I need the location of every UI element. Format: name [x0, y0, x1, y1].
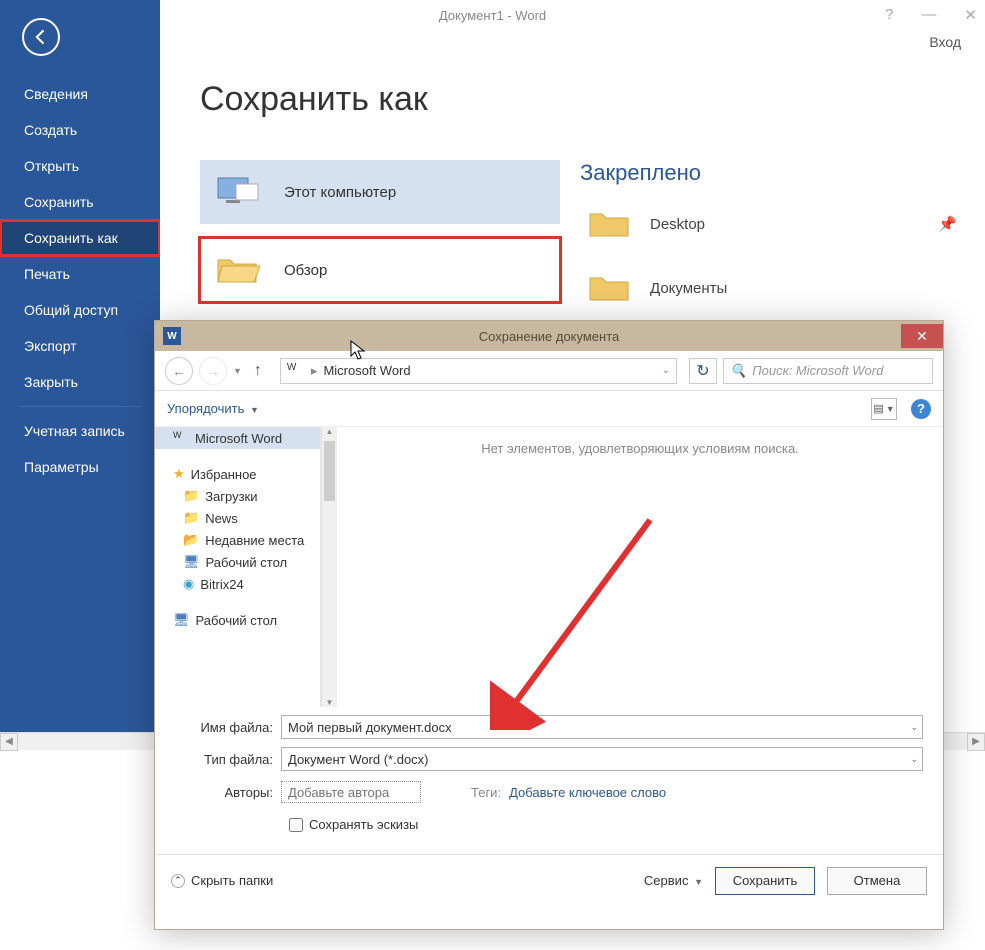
thumbnail-label: Сохранять эскизы [309, 817, 418, 832]
search-icon: 🔍 [730, 363, 746, 379]
refresh-button[interactable]: ↻ [689, 358, 717, 384]
dialog-titlebar: W Сохранение документа ✕ [155, 321, 943, 351]
tree-item-microsoft-word[interactable]: W Microsoft Word [155, 427, 320, 449]
chevron-up-icon: ⌃ [171, 874, 185, 888]
pinned-item-documents[interactable]: Документы [580, 256, 960, 320]
cancel-button[interactable]: Отмена [827, 867, 927, 895]
sidebar-item-info[interactable]: Сведения [0, 76, 160, 112]
organize-button[interactable]: Упорядочить ▼ [167, 401, 259, 416]
window-controls: ? — ✕ [885, 6, 977, 24]
authors-input[interactable] [281, 781, 421, 803]
folder-icon: 📁 [183, 488, 199, 504]
sidebar-item-export[interactable]: Экспорт [0, 328, 160, 364]
save-button[interactable]: Сохранить [715, 867, 815, 895]
filename-label: Имя файла: [175, 720, 281, 735]
tree-item-desktop-root[interactable]: 🖥Рабочий стол [155, 609, 320, 631]
chevron-down-icon[interactable]: ⌄ [910, 754, 918, 765]
location-browse[interactable]: Обзор [200, 238, 560, 302]
sidebar-item-new[interactable]: Создать [0, 112, 160, 148]
filetype-select[interactable]: Документ Word (*.docx) ⌄ [281, 747, 923, 771]
location-label: Этот компьютер [284, 184, 396, 201]
chevron-down-icon[interactable]: ⌄ [910, 722, 918, 733]
word-icon: W [173, 430, 189, 446]
filename-input[interactable]: Мой первый документ.docx ⌄ [281, 715, 923, 739]
dialog-fields: Имя файла: Мой первый документ.docx ⌄ Ти… [155, 707, 943, 832]
folder-open-icon [216, 252, 260, 288]
pin-icon[interactable]: 📌 [938, 215, 952, 233]
dialog-nav-bar: ← → ▼ ↑ W ▸ Microsoft Word ⌄ ↻ 🔍 Поиск: … [155, 351, 943, 391]
sidebar-item-close[interactable]: Закрыть [0, 364, 160, 400]
bitrix-icon: ◉ [183, 576, 194, 592]
minimize-icon[interactable]: — [921, 6, 936, 24]
tree-item-bitrix[interactable]: ◉Bitrix24 [155, 573, 320, 595]
view-options-button[interactable]: ▤▼ [871, 398, 897, 420]
hide-folders-button[interactable]: ⌃ Скрыть папки [171, 873, 273, 888]
service-button[interactable]: Сервис ▼ [644, 873, 703, 888]
backstage-sidebar: Сведения Создать Открыть Сохранить Сохра… [0, 0, 160, 750]
back-button[interactable] [22, 18, 60, 56]
sidebar-item-options[interactable]: Параметры [0, 449, 160, 485]
file-list-area: Нет элементов, удовлетворяющих условиям … [337, 427, 943, 707]
chevron-down-icon[interactable]: ▼ [233, 366, 242, 376]
tree-scrollbar[interactable]: ▲ ▼ [321, 427, 337, 707]
location-this-pc[interactable]: Этот компьютер [200, 160, 560, 224]
pinned-item-desktop[interactable]: Desktop 📌 [580, 192, 960, 256]
pinned-label: Документы [650, 280, 727, 297]
save-locations: Этот компьютер Обзор [200, 160, 560, 302]
computer-icon [216, 174, 260, 210]
sidebar-item-share[interactable]: Общий доступ [0, 292, 160, 328]
pinned-label: Desktop [650, 216, 705, 233]
pinned-panel: Закреплено Desktop 📌 Документы [580, 160, 960, 320]
path-input[interactable]: W ▸ Microsoft Word ⌄ [280, 358, 677, 384]
close-icon[interactable]: ✕ [964, 6, 977, 24]
folder-tree[interactable]: W Microsoft Word ★ Избранное 📁Загрузки 📁… [155, 427, 321, 707]
browse-label: Обзор [284, 262, 327, 279]
folder-icon: 📁 [183, 510, 199, 526]
page-title: Сохранить как [160, 60, 985, 143]
tree-item-news[interactable]: 📁News [155, 507, 320, 529]
search-input[interactable]: 🔍 Поиск: Microsoft Word [723, 358, 933, 384]
scrollbar-thumb[interactable] [324, 441, 335, 501]
word-icon: W [163, 327, 181, 345]
dialog-toolbar: Упорядочить ▼ ▤▼ ? [155, 391, 943, 427]
tree-item-favorites[interactable]: ★ Избранное [155, 463, 320, 485]
thumbnail-checkbox[interactable] [289, 818, 303, 832]
save-dialog: W Сохранение документа ✕ ← → ▼ ↑ W ▸ Mic… [154, 320, 944, 930]
desktop-icon: 🖥 [173, 612, 190, 628]
word-icon: W [287, 362, 305, 380]
nav-up-button[interactable]: ↑ [248, 362, 268, 380]
folder-icon [588, 270, 632, 306]
path-text: Microsoft Word [323, 363, 410, 378]
nav-back-button[interactable]: ← [165, 357, 193, 385]
tree-item-downloads[interactable]: 📁Загрузки [155, 485, 320, 507]
filetype-label: Тип файла: [175, 752, 281, 767]
scroll-left-icon[interactable]: ◀ [0, 733, 18, 751]
help-icon[interactable]: ? [885, 6, 893, 24]
authors-label: Авторы: [175, 785, 281, 800]
dialog-close-button[interactable]: ✕ [901, 324, 943, 348]
scroll-right-icon[interactable]: ▶ [967, 733, 985, 751]
folder-icon [588, 206, 632, 242]
nav-forward-button[interactable]: → [199, 357, 227, 385]
tags-label: Теги: [471, 785, 501, 800]
desktop-icon: 🖥 [183, 554, 200, 570]
recent-icon: 📂 [183, 532, 199, 548]
dialog-title: Сохранение документа [479, 329, 620, 344]
empty-message: Нет элементов, удовлетворяющих условиям … [481, 441, 799, 456]
search-placeholder: Поиск: Microsoft Word [752, 363, 883, 378]
tree-item-desktop[interactable]: 🖥Рабочий стол [155, 551, 320, 573]
sidebar-item-print[interactable]: Печать [0, 256, 160, 292]
chevron-down-icon[interactable]: ⌄ [662, 365, 670, 376]
sidebar-item-save-as[interactable]: Сохранить как [0, 220, 160, 256]
sidebar-item-open[interactable]: Открыть [0, 148, 160, 184]
dialog-footer: ⌃ Скрыть папки Сервис ▼ Сохранить Отмена [155, 854, 943, 906]
tags-input[interactable]: Добавьте ключевое слово [509, 785, 666, 800]
sidebar-item-account[interactable]: Учетная запись [0, 413, 160, 449]
help-button[interactable]: ? [911, 399, 931, 419]
star-icon: ★ [173, 466, 185, 482]
pinned-title: Закреплено [580, 160, 960, 186]
tree-item-recent[interactable]: 📂Недавние места [155, 529, 320, 551]
sidebar-item-save[interactable]: Сохранить [0, 184, 160, 220]
window-title: Документ1 - Word [439, 8, 546, 23]
